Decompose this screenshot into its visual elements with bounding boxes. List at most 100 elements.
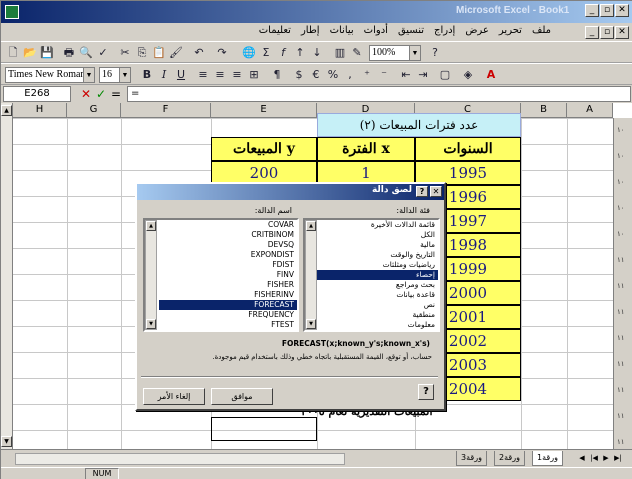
- header-years[interactable]: السنوات: [415, 137, 521, 161]
- doc-restore-button[interactable]: ▫: [600, 26, 614, 39]
- category-item[interactable]: الكل: [305, 230, 438, 240]
- category-item[interactable]: منطقية: [305, 310, 438, 320]
- forecast-result-cell[interactable]: [211, 417, 317, 441]
- sort-descending-icon[interactable]: ↓: [309, 45, 325, 60]
- autosum-icon[interactable]: Σ: [258, 45, 274, 60]
- enter-formula-icon[interactable]: ✓: [96, 86, 106, 102]
- category-item[interactable]: قائمة الدالات الأخيرة: [305, 220, 438, 230]
- italic-button[interactable]: I: [156, 67, 172, 82]
- tab-nav-next-icon[interactable]: ▶: [601, 453, 611, 464]
- function-item[interactable]: EXPONDIST: [159, 250, 297, 260]
- function-scroll-down-icon[interactable]: ▼: [146, 319, 156, 329]
- zoom-select[interactable]: 100% ▼: [369, 45, 421, 61]
- scroll-down-icon[interactable]: ▼: [1, 436, 12, 447]
- decrease-decimal-icon[interactable]: ⁻: [376, 67, 392, 82]
- comma-style-icon[interactable]: ,: [342, 67, 358, 82]
- function-scrollbar[interactable]: ▲ ▼: [145, 220, 157, 330]
- column-header-e[interactable]: E: [211, 103, 317, 118]
- tab-nav-first-icon[interactable]: |◀: [589, 453, 599, 464]
- font-size-select[interactable]: 16 ▼: [99, 67, 131, 83]
- scroll-up-icon[interactable]: ▲: [1, 105, 12, 116]
- category-item[interactable]: معلومات: [305, 320, 438, 330]
- tab-nav-prev-icon[interactable]: ◀: [577, 453, 587, 464]
- align-right-icon[interactable]: ≡: [229, 67, 245, 82]
- function-item-selected[interactable]: FORECAST: [159, 300, 297, 310]
- excel-app-icon[interactable]: [5, 5, 19, 19]
- bold-button[interactable]: B: [139, 67, 155, 82]
- font-color-icon[interactable]: A: [483, 67, 499, 82]
- office-assistant-icon[interactable]: ?: [427, 45, 443, 60]
- category-item-selected[interactable]: إحصاء: [305, 270, 438, 280]
- doc-close-button[interactable]: ✕: [615, 26, 629, 39]
- header-sales[interactable]: المبيعات y: [211, 137, 317, 161]
- function-item[interactable]: FTEST: [159, 320, 297, 330]
- column-header-f[interactable]: F: [121, 103, 211, 118]
- cancel-formula-icon[interactable]: ✕: [81, 86, 91, 102]
- category-scrollbar[interactable]: ▲ ▼: [305, 220, 317, 330]
- function-item[interactable]: COVAR: [159, 220, 297, 230]
- print-icon[interactable]: 🖶: [61, 45, 77, 60]
- menu-data[interactable]: بيانات: [330, 25, 354, 36]
- menu-insert[interactable]: إدراج: [434, 25, 455, 36]
- merge-center-icon[interactable]: ⊞: [246, 67, 262, 82]
- cancel-button[interactable]: إلغاء الأمر: [143, 388, 205, 405]
- tab-nav-last-icon[interactable]: ▶|: [613, 453, 623, 464]
- undo-icon[interactable]: ↶: [191, 45, 207, 60]
- menu-tools[interactable]: أدوات: [364, 25, 388, 36]
- borders-icon[interactable]: ▢: [437, 67, 453, 82]
- office-assistant-button[interactable]: ?: [418, 384, 434, 400]
- sort-ascending-icon[interactable]: ↑: [292, 45, 308, 60]
- function-item[interactable]: FISHER: [159, 280, 297, 290]
- function-list[interactable]: COVAR CRITBINOM DEVSQ EXPONDIST FDIST FI…: [143, 218, 299, 332]
- category-item[interactable]: قاعدة بيانات: [305, 290, 438, 300]
- paste-function-icon[interactable]: f: [275, 45, 291, 60]
- sheet-tab-2[interactable]: ورقة2: [494, 451, 525, 466]
- decrease-indent-icon[interactable]: ⇤: [398, 67, 414, 82]
- category-scroll-up-icon[interactable]: ▲: [306, 221, 316, 231]
- category-item[interactable]: بحث ومراجع: [305, 280, 438, 290]
- increase-decimal-icon[interactable]: ⁺: [359, 67, 375, 82]
- name-box[interactable]: E268: [3, 86, 71, 102]
- close-button[interactable]: ✕: [615, 4, 629, 17]
- menu-edit[interactable]: تحرير: [499, 25, 522, 36]
- minimize-button[interactable]: _: [585, 4, 599, 17]
- category-item[interactable]: التاريخ والوقت: [305, 250, 438, 260]
- equals-icon[interactable]: =: [111, 86, 121, 102]
- horizontal-scrollbar[interactable]: [15, 453, 345, 465]
- currency-icon[interactable]: $: [291, 67, 307, 82]
- spelling-icon[interactable]: ✓: [95, 45, 111, 60]
- ok-button[interactable]: موافق: [211, 388, 273, 405]
- rtl-icon[interactable]: ¶: [269, 67, 285, 82]
- function-item[interactable]: FDIST: [159, 260, 297, 270]
- sheet-tab-1[interactable]: ورقة1: [532, 451, 563, 466]
- paste-icon[interactable]: 📋: [151, 45, 167, 60]
- column-header-h[interactable]: H: [13, 103, 67, 118]
- vertical-scrollbar[interactable]: ▲ ▼: [1, 103, 13, 449]
- category-item[interactable]: نص: [305, 300, 438, 310]
- function-item[interactable]: FREQUENCY: [159, 310, 297, 320]
- format-painter-icon[interactable]: 🖌: [168, 45, 184, 60]
- function-item[interactable]: CRITBINOM: [159, 230, 297, 240]
- category-list[interactable]: قائمة الدالات الأخيرة الكل مالية التاريخ…: [303, 218, 440, 332]
- function-scroll-up-icon[interactable]: ▲: [146, 221, 156, 231]
- new-icon[interactable]: 🗋: [5, 45, 21, 60]
- hyperlink-icon[interactable]: 🌐: [241, 45, 257, 60]
- save-icon[interactable]: 💾: [39, 45, 55, 60]
- maximize-button[interactable]: ▫: [600, 4, 614, 17]
- fill-color-icon[interactable]: ◈: [460, 67, 476, 82]
- increase-indent-icon[interactable]: ⇥: [415, 67, 431, 82]
- underline-button[interactable]: U: [173, 67, 189, 82]
- font-name-select[interactable]: Times New Roman ▼: [5, 67, 95, 83]
- dialog-close-icon[interactable]: ✕: [430, 186, 442, 197]
- menu-view[interactable]: عرض: [465, 25, 489, 36]
- category-item[interactable]: رياضيات ومثلثات: [305, 260, 438, 270]
- align-left-icon[interactable]: ≡: [195, 67, 211, 82]
- euro-icon[interactable]: €: [308, 67, 324, 82]
- header-period[interactable]: الفترة x: [317, 137, 415, 161]
- table-title[interactable]: (٢) عدد فترات المبيعات: [317, 113, 521, 137]
- cut-icon[interactable]: ✂: [117, 45, 133, 60]
- chart-wizard-icon[interactable]: ▥: [332, 45, 348, 60]
- column-header-a[interactable]: A: [567, 103, 613, 118]
- function-item[interactable]: DEVSQ: [159, 240, 297, 250]
- menu-file[interactable]: ملف: [532, 25, 551, 36]
